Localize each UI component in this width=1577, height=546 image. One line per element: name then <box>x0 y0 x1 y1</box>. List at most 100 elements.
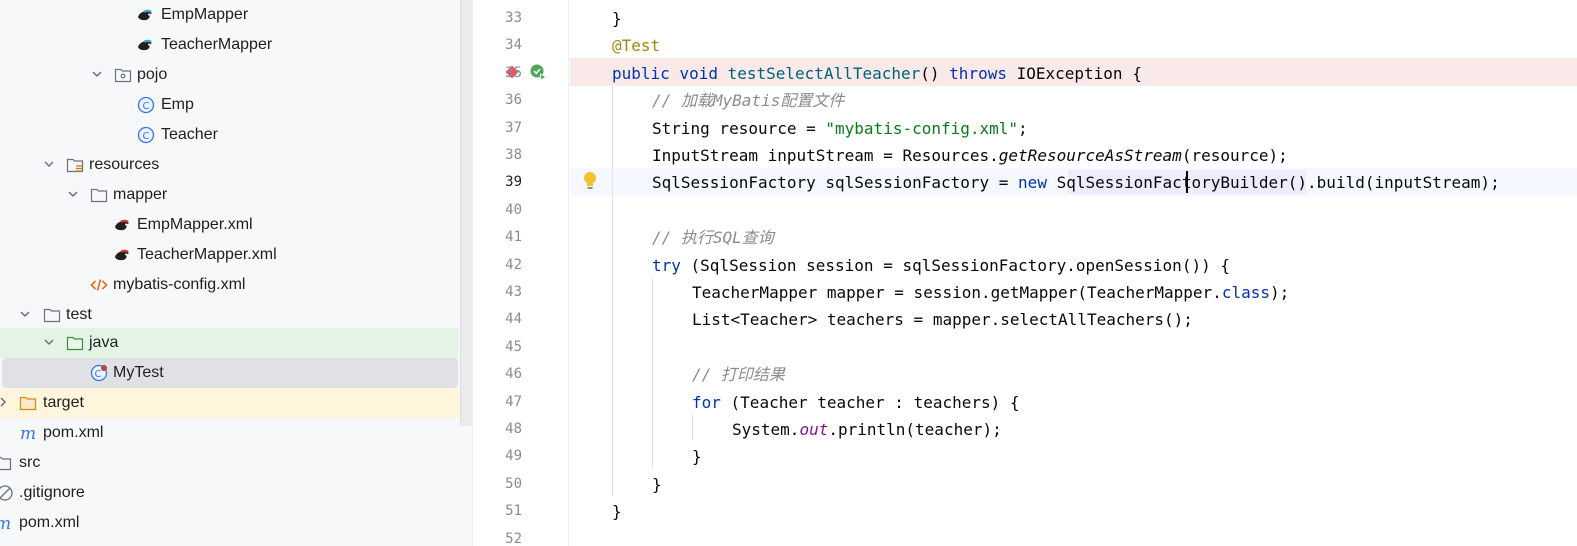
code-line[interactable]: try (SqlSession session = sqlSessionFact… <box>652 252 1230 279</box>
code-token: @Test <box>612 36 661 56</box>
tree-item-gitignore[interactable]: .gitignore <box>0 478 458 508</box>
tree-item-label: EmpMapper.xml <box>137 216 253 233</box>
mybatis-xml-icon <box>115 249 129 261</box>
tree-item-target[interactable]: target <box>0 388 458 418</box>
gutter-divider <box>568 0 569 546</box>
tree-item-label: Emp <box>161 96 194 113</box>
code-line[interactable]: String resource = "mybatis-config.xml"; <box>652 115 1028 142</box>
code-token: ); <box>1269 283 1290 302</box>
svg-text:C: C <box>95 369 102 380</box>
code-line[interactable]: SqlSessionFactory sqlSessionFactory = ne… <box>652 169 1500 196</box>
ignore-file-icon <box>0 485 13 501</box>
line-number[interactable]: 39 <box>472 169 522 196</box>
code-line[interactable]: // 加载MyBatis配置文件 <box>652 87 844 114</box>
code-token: // 加载MyBatis配置文件 <box>652 91 845 111</box>
line-number[interactable]: 49 <box>472 443 522 470</box>
tree-scrollbar[interactable] <box>460 0 472 426</box>
code-line[interactable]: // 打印结果 <box>692 361 785 388</box>
tree-item-teachermapper[interactable]: TeacherMapper <box>0 30 458 60</box>
code-token: } <box>652 474 662 494</box>
code-line[interactable]: public void testSelectAllTeacher() throw… <box>612 60 1142 87</box>
line-number[interactable]: 35 <box>472 60 522 87</box>
tree-item-teacher[interactable]: C Teacher <box>0 120 458 150</box>
tree-item-pojo[interactable]: pojo <box>0 60 458 90</box>
code-token: () <box>920 63 950 83</box>
code-line[interactable]: System.out.println(teacher); <box>732 416 1002 443</box>
line-number[interactable]: 48 <box>472 416 522 443</box>
svg-text:m: m <box>0 514 11 532</box>
tree-item-empmapper-xml[interactable]: EmpMapper.xml <box>0 210 458 240</box>
tree-item-label: java <box>89 334 119 351</box>
tree-item-mapper[interactable]: mapper <box>0 180 458 210</box>
tree-item-empmapper[interactable]: EmpMapper <box>0 0 458 30</box>
tree-item-mytest[interactable]: C MyTest <box>0 358 458 388</box>
code-token: (SqlSession session = sqlSessionFactory.… <box>680 255 1230 275</box>
line-number[interactable]: 51 <box>472 498 522 525</box>
line-number[interactable]: 47 <box>472 389 522 416</box>
tree-item-label: src <box>19 454 41 471</box>
chevron-down-icon[interactable] <box>42 157 56 171</box>
indent-guide <box>612 86 613 496</box>
line-number[interactable]: 34 <box>472 32 522 59</box>
svg-text:m: m <box>20 424 36 442</box>
code-line[interactable]: TeacherMapper mapper = session.getMapper… <box>692 279 1289 306</box>
tree-item-label: pom.xml <box>43 424 104 441</box>
tree-item-resources[interactable]: resources <box>0 150 458 180</box>
code-token: List<Teacher> teachers = mapper.selectAl… <box>692 310 1193 330</box>
code-token: "mybatis-config.xml" <box>825 118 1019 138</box>
code-line[interactable]: } <box>652 471 662 498</box>
tree-item-emp[interactable]: C Emp <box>0 90 458 120</box>
chevron-down-icon[interactable] <box>66 187 80 201</box>
run-test-icon[interactable] <box>529 63 547 81</box>
line-number[interactable]: 43 <box>472 279 522 306</box>
chevron-down-icon[interactable] <box>18 307 32 321</box>
code-line[interactable]: } <box>692 443 702 470</box>
code-line[interactable]: for (Teacher teacher : teachers) { <box>692 389 1020 416</box>
tree-item-test[interactable]: test <box>0 300 458 330</box>
tree-item-java[interactable]: java <box>0 328 458 358</box>
code-token: public <box>612 63 670 83</box>
tree-item-label: EmpMapper <box>161 6 249 23</box>
tree-item-teachermapper-xml[interactable]: TeacherMapper.xml <box>0 240 458 270</box>
line-number[interactable]: 40 <box>472 197 522 224</box>
code-token: ; <box>1018 118 1028 138</box>
tree-item-pom-xml[interactable]: m pom.xml <box>0 418 458 448</box>
line-number[interactable]: 46 <box>472 361 522 388</box>
intention-bulb-icon[interactable] <box>582 171 598 191</box>
code-line[interactable]: InputStream inputStream = Resources.getR… <box>652 142 1288 169</box>
code-line[interactable]: List<Teacher> teachers = mapper.selectAl… <box>692 306 1193 333</box>
code-token: InputStream inputStream = Resources. <box>652 146 999 165</box>
code-line[interactable]: // 执行SQL查询 <box>652 224 774 251</box>
code-line[interactable]: } <box>612 498 622 525</box>
xml-icon <box>90 279 108 291</box>
tree-item-src[interactable]: src <box>0 448 458 478</box>
line-number[interactable]: 45 <box>472 334 522 361</box>
line-number[interactable]: 50 <box>472 471 522 498</box>
chevron-down-icon[interactable] <box>42 335 56 349</box>
code-line[interactable]: } <box>612 5 622 32</box>
code-token: // 执行SQL查询 <box>652 228 774 248</box>
chevron-down-icon[interactable] <box>90 67 104 81</box>
code-token: } <box>612 9 622 28</box>
code-token: TeacherMapper mapper = session.getMapper… <box>692 283 1222 302</box>
code-line[interactable]: @Test <box>612 32 660 59</box>
line-number[interactable]: 42 <box>472 252 522 279</box>
line-number[interactable]: 37 <box>472 115 522 142</box>
folder-icon <box>0 456 12 471</box>
class-icon: C <box>137 126 155 144</box>
tree-item-mybatis-config-xml[interactable]: mybatis-config.xml <box>0 270 458 300</box>
line-number[interactable]: 38 <box>472 142 522 169</box>
line-number[interactable]: 41 <box>472 224 522 251</box>
tree-item-pom-xml-root[interactable]: m pom.xml <box>0 508 458 538</box>
svg-text:C: C <box>143 131 150 142</box>
line-number[interactable]: 33 <box>472 5 522 32</box>
mybatis-xml-icon <box>115 219 129 231</box>
tree-item-label: target <box>43 394 84 411</box>
line-number[interactable]: 52 <box>472 526 522 546</box>
line-number[interactable]: 44 <box>472 306 522 333</box>
tree-item-label: pom.xml <box>19 514 80 531</box>
maven-icon: m <box>0 514 11 532</box>
line-number[interactable]: 36 <box>472 87 522 114</box>
chevron-right-icon[interactable] <box>0 395 10 409</box>
